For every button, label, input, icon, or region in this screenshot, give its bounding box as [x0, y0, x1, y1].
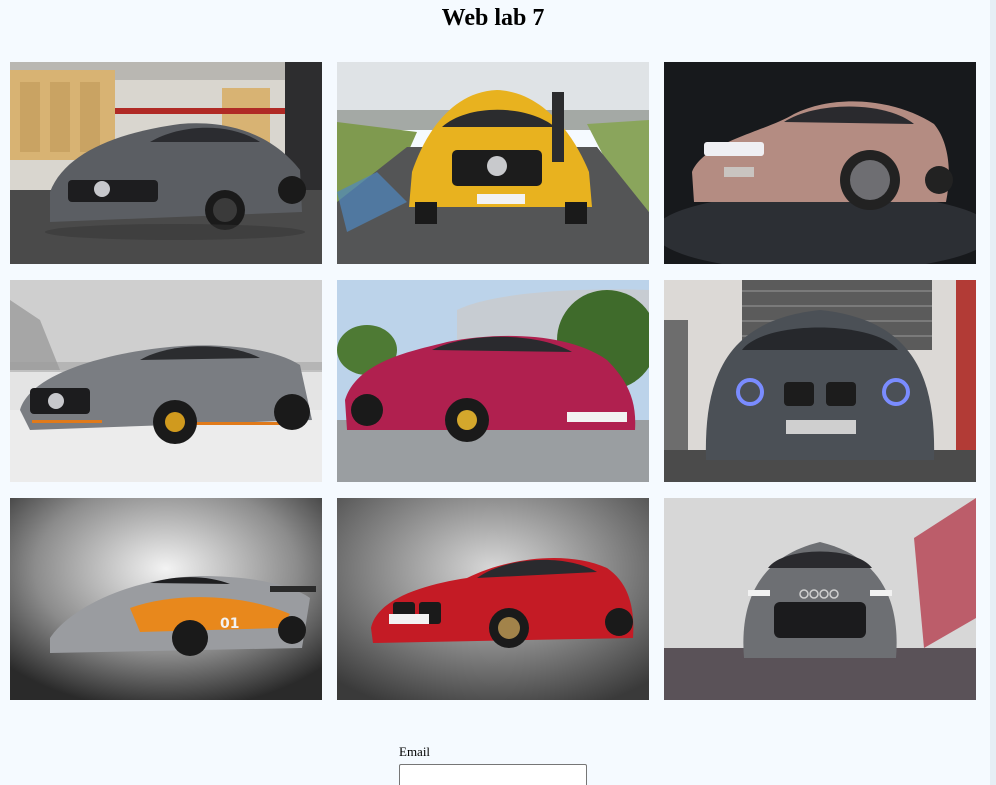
page-title: Web lab 7 [441, 5, 545, 31]
car-gallery: 01 [10, 62, 976, 700]
email-field[interactable] [399, 764, 587, 785]
car-photo-8 [337, 498, 649, 700]
car-photo-3 [664, 62, 976, 264]
email-form: Email [399, 744, 589, 785]
svg-text:01: 01 [220, 616, 239, 632]
car-photo-5 [337, 280, 649, 482]
car-photo-9 [664, 498, 976, 700]
car-photo-1 [10, 62, 322, 264]
car-photo-6 [664, 280, 976, 482]
page: Web lab 7 01 Email [0, 0, 996, 785]
scrollbar-track[interactable] [990, 0, 996, 785]
car-photo-7: 01 [10, 498, 322, 700]
car-photo-2 [337, 62, 649, 264]
email-label: Email [399, 744, 431, 759]
car-photo-4 [10, 280, 322, 482]
